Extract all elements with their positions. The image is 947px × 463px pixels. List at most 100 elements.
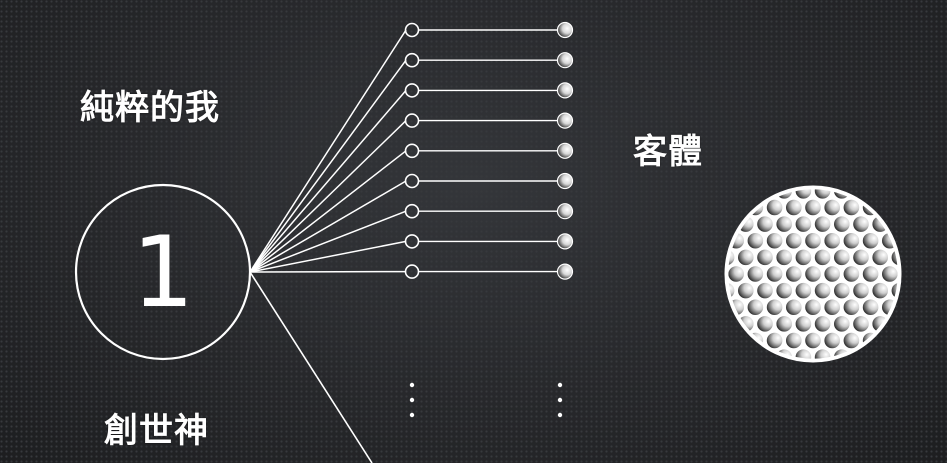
hollow-node [404,173,420,189]
object-label: 客體 [633,132,703,172]
tube [746,264,765,284]
tube [765,264,785,284]
solid-node [556,203,574,220]
hollow-node [404,22,420,38]
fan-lines [249,29,407,273]
hollow-node [404,83,420,98]
tube [784,198,804,217]
origin-number: 1 [132,216,194,330]
tube [851,281,871,301]
tube [774,281,794,301]
tube [822,264,842,284]
tube [755,214,775,234]
chain-row [404,233,574,250]
solid-node [556,263,574,280]
tube [774,214,794,234]
ellipsis-dot [557,382,563,388]
tube [736,247,756,267]
chain-row [404,52,574,69]
tube [842,297,861,317]
chain-row [404,263,574,280]
hollow-node [404,143,420,159]
hollow-node [404,203,420,219]
tube [832,314,852,334]
tube [746,297,765,317]
tube [794,247,813,267]
creator-connector [249,271,373,463]
tube [736,281,756,301]
tube [803,231,823,251]
tube [822,331,842,350]
solid-node [556,21,574,39]
tube [813,281,833,301]
tube [755,281,775,301]
hollow-node [404,52,420,68]
chain-row [404,21,574,39]
ellipsis-dot [409,412,415,418]
tube [822,231,842,251]
tube [832,281,852,301]
origin-node: 1 [74,183,252,361]
tube [813,314,833,334]
diagram-canvas: 1 [74,21,902,463]
tube [851,214,871,234]
tube [813,214,833,234]
fan-line [249,29,407,273]
tube [851,314,871,334]
tube [794,281,813,301]
fan-line [249,120,407,273]
solid-node [556,52,574,69]
tube [813,189,833,201]
tube [803,331,823,350]
tube [794,314,813,334]
solid-node [556,233,574,250]
tube [765,231,785,251]
solid-node [556,112,574,129]
tube [755,247,775,267]
tube [861,264,881,284]
tube [832,214,852,234]
tube [832,247,852,267]
tube [794,189,813,201]
tube [813,347,833,359]
pure-self-label: 純粹的我 [80,88,220,128]
tube [794,347,813,359]
fan-line [249,89,407,273]
tube [842,264,861,284]
ellipsis-dot [557,397,563,403]
tube [861,231,881,251]
tube [746,231,765,251]
fan-line [249,59,407,273]
chain-row [404,172,574,190]
solid-node [556,142,574,159]
object-bundle-icon [724,185,902,363]
tube [880,264,898,284]
solid-node [556,172,574,190]
tube [765,297,785,317]
tube [842,231,861,251]
fan-line [249,150,407,273]
tube [774,247,794,267]
tube [755,314,775,334]
tube [794,214,813,234]
fan-line [249,240,407,273]
ellipsis-dot [409,397,415,403]
fan-line [249,180,407,273]
creator-label: 創世神 [104,411,209,451]
hollow-node [404,113,420,128]
tube [774,314,794,334]
tube [803,198,823,217]
tube [813,247,833,267]
tube [803,297,823,317]
continuation-dots [409,382,563,418]
hollow-node [404,264,420,279]
chain-row [404,82,574,99]
ellipsis-dot [409,382,415,388]
tube [784,231,804,251]
ellipsis-dot [557,412,563,418]
tube [861,297,881,317]
tube [822,297,842,317]
tube [870,247,890,267]
tube [784,264,804,284]
tube [822,198,842,217]
